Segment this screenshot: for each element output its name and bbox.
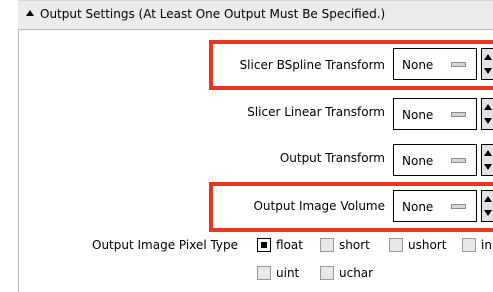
output-transform-dropdown[interactable]: None <box>393 144 477 176</box>
output-image-pixel-type-label: Output Image Pixel Type <box>92 238 239 252</box>
slicer-bspline-transform-spinner[interactable] <box>481 48 493 80</box>
checkbox-label-ushort: ushort <box>408 238 447 252</box>
arrow-up-icon[interactable] <box>484 150 492 156</box>
output-transform-spinner[interactable] <box>481 144 493 176</box>
checkbox-uchar[interactable] <box>320 266 334 280</box>
checkbox-short[interactable] <box>320 238 334 252</box>
dropdown-value: None <box>402 200 434 214</box>
output-transform-label: Output Transform <box>279 151 385 165</box>
collapse-icon[interactable] <box>26 10 34 16</box>
dropdown-indicator-icon <box>451 158 466 163</box>
arrow-down-icon[interactable] <box>484 68 492 74</box>
output-image-volume-spinner[interactable] <box>481 190 493 222</box>
slicer-linear-transform-label: Slicer Linear Transform <box>247 105 385 119</box>
arrow-up-icon[interactable] <box>484 104 492 110</box>
dropdown-value: None <box>402 154 434 168</box>
dropdown-indicator-icon <box>451 62 466 67</box>
checkbox-uint[interactable] <box>257 266 271 280</box>
arrow-up-icon[interactable] <box>484 54 492 60</box>
panel-title: Output Settings (At Least One Output Mus… <box>40 7 386 21</box>
checkbox-label-int: in <box>481 238 492 252</box>
dropdown-indicator-icon <box>451 204 466 209</box>
checkbox-float[interactable] <box>257 238 271 252</box>
output-image-volume-label: Output Image Volume <box>253 199 385 213</box>
checkbox-label-uchar: uchar <box>339 266 374 280</box>
panel-header[interactable]: Output Settings (At Least One Output Mus… <box>18 0 493 30</box>
checkbox-ushort[interactable] <box>389 238 403 252</box>
arrow-up-icon[interactable] <box>484 196 492 202</box>
slicer-linear-transform-spinner[interactable] <box>481 98 493 130</box>
checkbox-int[interactable] <box>462 238 476 252</box>
arrow-down-icon[interactable] <box>484 118 492 124</box>
checkbox-label-float: float <box>276 238 303 252</box>
dropdown-indicator-icon <box>451 112 466 117</box>
arrow-down-icon[interactable] <box>484 164 492 170</box>
slicer-linear-transform-dropdown[interactable]: None <box>393 98 477 130</box>
slicer-bspline-transform-label: Slicer BSpline Transform <box>239 58 385 72</box>
dropdown-value: None <box>402 108 434 122</box>
checkbox-label-uint: uint <box>276 266 300 280</box>
dropdown-value: None <box>402 58 434 72</box>
slicer-bspline-transform-dropdown[interactable]: None <box>393 48 477 80</box>
checkbox-label-short: short <box>339 238 370 252</box>
arrow-down-icon[interactable] <box>484 210 492 216</box>
output-image-volume-dropdown[interactable]: None <box>393 190 477 222</box>
